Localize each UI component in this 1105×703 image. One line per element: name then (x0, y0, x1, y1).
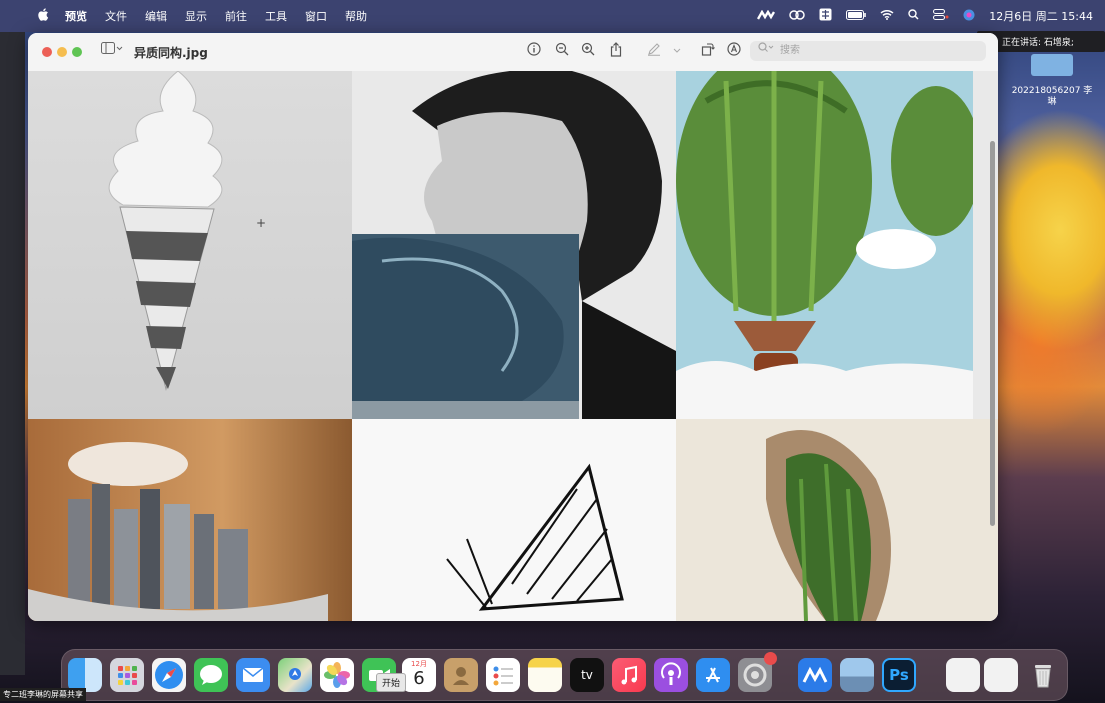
photoshop-icon[interactable]: Ps (882, 658, 916, 692)
image-tile-ice-cream: + (28, 71, 352, 419)
menu-item-go[interactable]: 前往 (225, 8, 247, 24)
left-sidebar-strip (0, 25, 25, 675)
menubar-clock[interactable]: 12月6日 周二 15:44 (989, 8, 1093, 24)
chevron-down-icon[interactable] (672, 42, 682, 60)
menu-item-edit[interactable]: 编辑 (145, 8, 167, 24)
apple-tv-label: tv (581, 668, 593, 682)
window-title: 异质同构.jpg (134, 46, 208, 60)
maps-icon[interactable] (278, 658, 312, 692)
zoom-in-icon[interactable] (579, 42, 597, 60)
image-tile-cactus-brush (676, 419, 998, 621)
desktop-folder-icon[interactable] (1031, 54, 1073, 76)
image-tile-city-cup (28, 419, 352, 621)
mail-icon[interactable] (236, 658, 270, 692)
music-icon[interactable] (612, 658, 646, 692)
trash-icon[interactable] (1026, 658, 1060, 692)
photos-icon[interactable] (320, 658, 354, 692)
notification-badge (764, 652, 777, 665)
menu-item-window[interactable]: 窗口 (305, 8, 327, 24)
dock: 12月 6 tv Ps (61, 649, 1068, 701)
podcasts-icon[interactable] (654, 658, 688, 692)
menu-item-file[interactable]: 文件 (105, 8, 127, 24)
input-method-icon[interactable] (819, 8, 832, 24)
notes-icon[interactable] (528, 658, 562, 692)
search-field[interactable]: 搜索 (750, 41, 986, 61)
image-tile-sketch (352, 419, 676, 621)
system-preferences-icon[interactable] (738, 652, 777, 692)
markup-pen-icon[interactable] (645, 42, 663, 60)
menu-bar: 预览 文件 编辑 显示 前往 工具 窗口 帮助 12月6日 周二 15:44 (0, 0, 1105, 32)
siri-icon[interactable] (963, 9, 975, 24)
apple-icon[interactable] (38, 8, 49, 24)
image-tile-cactus-balloon (676, 71, 973, 419)
dock-tooltip: 开始 (376, 673, 407, 692)
rotate-icon[interactable] (699, 42, 717, 60)
finder-icon[interactable] (68, 658, 102, 692)
zoom-out-icon[interactable] (553, 42, 571, 60)
sidebar-toggle-icon[interactable] (98, 42, 126, 60)
speaking-text: 正在讲话: 石增泉; (1002, 38, 1074, 48)
meeting-app-dock-icon[interactable] (798, 658, 832, 692)
minimize-button[interactable] (57, 47, 67, 57)
share-icon[interactable] (607, 42, 625, 60)
vertical-scrollbar[interactable] (990, 141, 995, 526)
control-center-icon[interactable] (933, 9, 949, 23)
calendar-icon[interactable]: 12月 6 (402, 658, 436, 692)
battery-icon[interactable] (846, 9, 867, 23)
info-icon[interactable] (525, 42, 543, 60)
photoshop-label: Ps (889, 666, 909, 684)
markup-toolbar-icon[interactable] (725, 42, 743, 60)
recent-window-thumbnail-1[interactable] (946, 658, 980, 692)
launchpad-icon[interactable] (110, 658, 144, 692)
window-titlebar[interactable]: 异质同构.jpg 搜索 (28, 33, 998, 72)
image-tile-portrait-wave (352, 71, 676, 419)
preview-window: 异质同构.jpg 搜索 + (28, 33, 998, 621)
meeting-app-icon[interactable] (757, 9, 776, 23)
messages-icon[interactable] (194, 658, 228, 692)
menu-item-help[interactable]: 帮助 (345, 8, 367, 24)
screen-share-label: 专二班李琳的屏幕共享 (0, 688, 86, 701)
calendar-day: 6 (413, 668, 425, 689)
safari-icon[interactable] (152, 658, 186, 692)
image-canvas[interactable]: + (28, 71, 998, 621)
menu-item-view[interactable]: 显示 (185, 8, 207, 24)
reminders-icon[interactable] (486, 658, 520, 692)
menu-item-preview[interactable]: 预览 (65, 8, 87, 24)
creative-cloud-icon[interactable] (789, 9, 806, 24)
spotlight-search-icon[interactable] (908, 9, 919, 23)
desktop-folder-label[interactable]: 202218056207 李琳 (1008, 86, 1096, 108)
search-icon (758, 41, 774, 61)
contacts-icon[interactable] (444, 658, 478, 692)
svg-text:+: + (256, 216, 266, 230)
recent-window-thumbnail-2[interactable] (984, 658, 1018, 692)
preview-dock-icon[interactable] (840, 658, 874, 692)
menu-item-tools[interactable]: 工具 (265, 8, 287, 24)
search-placeholder: 搜索 (780, 45, 800, 56)
app-store-icon[interactable] (696, 658, 730, 692)
wifi-icon[interactable] (880, 9, 894, 23)
apple-tv-icon[interactable]: tv (570, 658, 604, 692)
zoom-button[interactable] (72, 47, 82, 57)
close-button[interactable] (42, 47, 52, 57)
